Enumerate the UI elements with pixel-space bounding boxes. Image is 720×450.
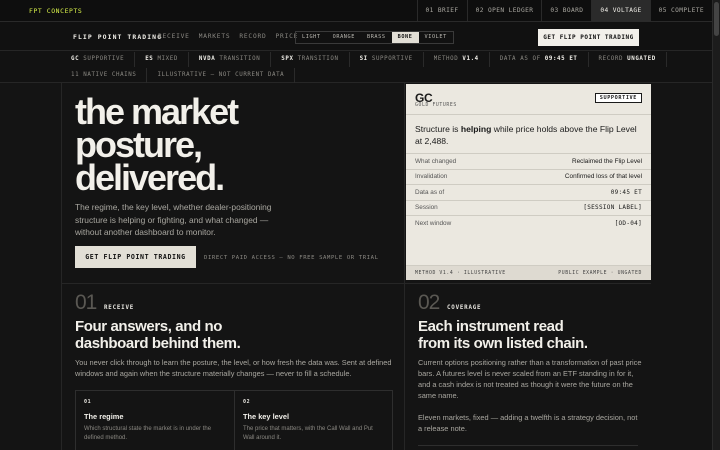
answer-number: 02: [243, 399, 251, 405]
step-board[interactable]: 03 BOARD: [541, 0, 591, 22]
section-body: Eleven markets, fixed — adding a twelfth…: [418, 413, 638, 433]
card-row-invalidation: Invalidation Confirmed loss of that level: [406, 168, 651, 185]
answer-text: Which structural state the market is in …: [84, 426, 212, 441]
hero-title: the market posture, delivered.: [75, 94, 375, 198]
ticker-item: GC SUPPORTIVE: [61, 52, 136, 67]
section-title-line: Each instrument read: [418, 318, 564, 335]
section-number: 01: [75, 291, 97, 314]
section-number: 02: [418, 291, 440, 314]
step-voltage[interactable]: 04 VOLTAGE: [591, 0, 650, 22]
card-row-next-window: Next window [OD-04]: [406, 215, 651, 231]
hero-title-line: delivered.: [75, 157, 225, 198]
card-row-data-as-of: Data as of 09:45 ET: [406, 184, 651, 200]
card-row-session: Session [SESSION LABEL]: [406, 199, 651, 216]
section-label: RECEIVE: [104, 305, 135, 311]
ticker-item: ES MIXED: [135, 52, 189, 67]
nav-link-receive[interactable]: RECEIVE: [158, 33, 190, 40]
section-rule: [418, 445, 638, 446]
answer-title: The regime: [84, 412, 124, 421]
hero-access-note: DIRECT PAID ACCESS — NO FREE SAMPLE OR T…: [204, 255, 379, 261]
ticker-row: GC SUPPORTIVE ES MIXED NVDA TRANSITION S…: [61, 52, 667, 67]
ticker-record: RECORD UNGATED: [589, 52, 667, 67]
nav-cta-button[interactable]: GET FLIP POINT TRADING: [538, 29, 639, 46]
step-open-ledger[interactable]: 02 OPEN LEDGER: [466, 0, 542, 22]
answer-card-regime: 01 The regime Which structural state the…: [76, 391, 234, 450]
answer-number: 01: [84, 399, 92, 405]
ticker-item: SPX TRANSITION: [271, 52, 350, 67]
theme-violet[interactable]: VIOLET: [419, 32, 453, 43]
example-posture-card: GC GOLD FUTURES SUPPORTIVE Structure is …: [406, 84, 651, 280]
ticker-item: NVDA TRANSITION: [189, 52, 272, 67]
answer-title: The key level: [243, 412, 290, 421]
site-logo[interactable]: FLIP POINT TRADING: [73, 33, 162, 41]
card-divider: [406, 114, 651, 115]
section-label: COVERAGE: [447, 305, 482, 311]
card-footer-method: METHOD V1.4 · ILLUSTRATIVE: [415, 270, 506, 276]
hero: the market posture, delivered. The regim…: [61, 83, 405, 283]
top-bar: FPT CONCEPTS 01 BRIEF 02 OPEN LEDGER 03 …: [0, 0, 712, 22]
card-detail-rows: What changed Reclaimed the Flip Level Inv…: [406, 153, 651, 231]
answer-grid: 01 The regime Which structural state the…: [75, 390, 393, 450]
section-title-line: Four answers, and no: [75, 318, 223, 335]
section-body: Current options positioning rather than …: [418, 358, 642, 400]
status-badge: SUPPORTIVE: [594, 93, 642, 103]
ticker-disclaimer: ILLUSTRATIVE — NOT CURRENT DATA: [147, 68, 296, 83]
answer-card-key-level: 02 The key level The price that matters,…: [234, 391, 392, 450]
market-ticker: GC SUPPORTIVE ES MIXED NVDA TRANSITION S…: [0, 51, 712, 83]
concept-steps: 01 BRIEF 02 OPEN LEDGER 03 BOARD 04 VOLT…: [416, 0, 712, 22]
answer-text: The price that matters, with the Call Wa…: [243, 426, 373, 441]
nav-links: RECEIVE MARKETS RECORD PRICE: [158, 33, 298, 40]
section-coverage: 02 COVERAGE Each instrument read from it…: [405, 283, 651, 450]
card-footer-public: PUBLIC EXAMPLE · UNGATED: [558, 270, 642, 276]
section-receive: 01 RECEIVE Four answers, and no dashboar…: [61, 283, 405, 450]
ticker-data-as-of: DATA AS OF 09:45 ET: [490, 52, 589, 67]
ticker-method: METHOD V1.4: [424, 52, 490, 67]
card-row-what-changed: What changed Reclaimed the Flip Level: [406, 153, 651, 169]
section-body: You never click through to learn the pos…: [75, 358, 392, 378]
section-title: Four answers, and no dashboard behind th…: [75, 318, 241, 352]
card-statement: Structure is helping while price holds a…: [415, 124, 637, 146]
ticker-row: 11 NATIVE CHAINS ILLUSTRATIVE — NOT CURR…: [61, 68, 296, 83]
hero-description: The regime, the key level, whether deale…: [75, 202, 272, 237]
theme-orange[interactable]: ORANGE: [327, 32, 361, 43]
theme-brass[interactable]: BRASS: [361, 32, 392, 43]
concepts-brand[interactable]: FPT CONCEPTS: [29, 7, 82, 15]
ticker-item: SI SUPPORTIVE: [350, 52, 424, 67]
card-footer: METHOD V1.4 · ILLUSTRATIVE PUBLIC EXAMPL…: [406, 265, 651, 280]
nav-link-record[interactable]: RECORD: [239, 33, 266, 40]
step-complete[interactable]: 05 COMPLETE: [649, 0, 712, 22]
card-instrument-name: GOLD FUTURES: [415, 103, 457, 108]
theme-light[interactable]: LIGHT: [296, 32, 327, 43]
section-title-line: dashboard behind them.: [75, 334, 241, 352]
hero-cta-button[interactable]: GET FLIP POINT TRADING: [75, 246, 196, 268]
step-brief[interactable]: 01 BRIEF: [416, 0, 467, 22]
theme-bone[interactable]: BONE: [391, 32, 419, 43]
section-title-line: from its own listed chain.: [418, 334, 588, 352]
nav-link-markets[interactable]: MARKETS: [199, 33, 231, 40]
site-nav: FLIP POINT TRADING RECEIVE MARKETS RECOR…: [0, 22, 712, 51]
theme-switcher: LIGHT ORANGE BRASS BONE VIOLET: [295, 31, 454, 44]
page-scrollbar[interactable]: [712, 0, 720, 450]
ticker-chains: 11 NATIVE CHAINS: [61, 68, 148, 83]
scrollbar-thumb[interactable]: [714, 2, 719, 36]
section-title: Each instrument read from its own listed…: [418, 318, 588, 352]
